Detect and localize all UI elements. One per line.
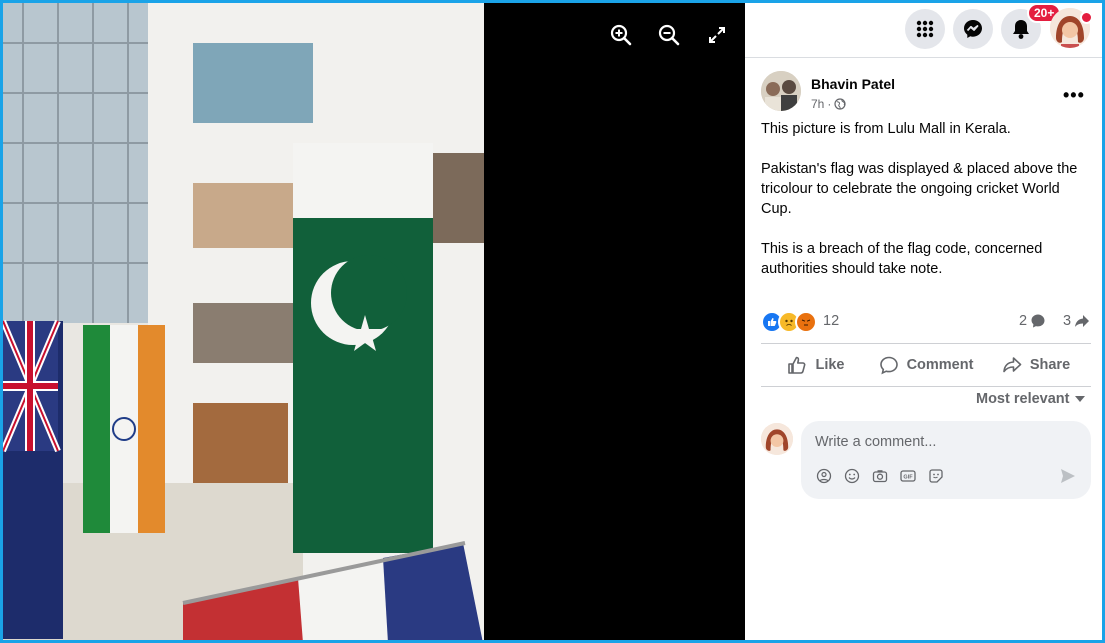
commenter-avatar[interactable] [761, 423, 793, 455]
screenshot-frame: 20+ Bhavin Patel 7h · ••• This picture i… [0, 0, 1105, 643]
zoom-in-icon [610, 24, 632, 46]
mall-flags-photo [3, 3, 484, 640]
comment-count-value: 2 [1019, 313, 1028, 329]
comment-tools: GIF [815, 467, 945, 485]
sticker-button[interactable] [927, 467, 945, 485]
gif-button[interactable]: GIF [899, 467, 917, 485]
comment-bubble-icon [1031, 314, 1045, 328]
chevron-down-icon [1075, 396, 1086, 402]
like-label: Like [815, 357, 845, 373]
status-dot [1080, 11, 1093, 24]
gif-icon: GIF [900, 470, 916, 482]
avatar-sticker-icon [816, 468, 832, 484]
menu-button[interactable] [905, 9, 945, 49]
zoom-out-button[interactable] [657, 23, 681, 47]
angry-reaction-icon [795, 311, 817, 333]
share-icon [1003, 357, 1022, 373]
emoji-icon [844, 468, 860, 484]
post-actions: Like Comment Share [761, 343, 1091, 387]
comment-icon [879, 356, 898, 375]
reactions-bar: 12 2 3 [761, 309, 1091, 333]
comment-button[interactable]: Comment [871, 344, 981, 386]
share-count-value: 3 [1063, 313, 1072, 329]
sort-label: Most relevant [976, 391, 1070, 407]
avatar-sticker-button[interactable] [815, 467, 833, 485]
author-avatar[interactable] [761, 71, 801, 111]
zoom-in-button[interactable] [609, 23, 633, 47]
comment-label: Comment [906, 357, 974, 373]
photo-viewer [3, 3, 745, 640]
comment-count[interactable]: 2 [1019, 313, 1046, 329]
top-bar: 20+ [745, 3, 1102, 58]
post-panel: 20+ Bhavin Patel 7h · ••• This picture i… [745, 3, 1102, 640]
meta-separator: · [827, 97, 832, 111]
send-comment-button[interactable] [1059, 467, 1077, 485]
author-name[interactable]: Bhavin Patel [811, 76, 895, 92]
comment-composer: GIF [801, 421, 1091, 499]
fullscreen-icon [709, 27, 725, 43]
zoom-out-icon [658, 24, 680, 46]
messenger-icon [964, 20, 982, 38]
post-text: This picture is from Lulu Mall in Kerala… [761, 119, 1093, 299]
apps-grid-icon [916, 20, 934, 38]
svg-text:GIF: GIF [903, 475, 913, 481]
like-button[interactable]: Like [761, 344, 871, 386]
more-options-button[interactable]: ••• [1063, 85, 1085, 106]
share-label: Share [1029, 357, 1071, 373]
comment-input[interactable] [813, 431, 1077, 453]
emoji-button[interactable] [843, 467, 861, 485]
comment-sort-dropdown[interactable]: Most relevant [976, 391, 1086, 407]
post-photo[interactable] [3, 3, 484, 640]
bell-icon [1013, 20, 1029, 39]
thumbs-up-icon [788, 356, 806, 374]
photo-button[interactable] [871, 467, 889, 485]
post-paragraph: This is a breach of the flag code, conce… [761, 241, 1043, 277]
camera-icon [872, 470, 888, 483]
commenter-avatar-image [761, 423, 793, 455]
post-meta: 7h · [811, 97, 846, 111]
reaction-icons[interactable] [761, 311, 817, 333]
post-time[interactable]: 7h [811, 97, 824, 111]
reaction-count[interactable]: 12 [823, 313, 839, 329]
post-paragraph: This picture is from Lulu Mall in Kerala… [761, 121, 1011, 137]
share-button[interactable]: Share [981, 344, 1091, 386]
fullscreen-button[interactable] [705, 23, 729, 47]
author-avatar-image [761, 71, 801, 111]
sticker-icon [929, 469, 943, 483]
send-icon [1061, 469, 1075, 483]
messenger-button[interactable] [953, 9, 993, 49]
share-count[interactable]: 3 [1063, 313, 1090, 329]
share-arrow-icon [1075, 315, 1090, 327]
globe-icon [834, 98, 846, 110]
post-paragraph: Pakistan's flag was displayed & placed a… [761, 161, 1078, 217]
